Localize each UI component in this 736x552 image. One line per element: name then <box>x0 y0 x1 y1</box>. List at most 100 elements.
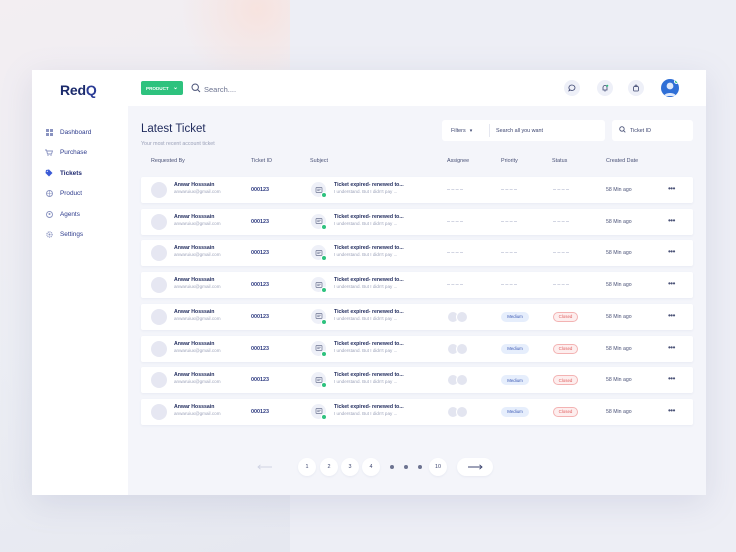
ticket-id[interactable]: 000123 <box>251 377 269 383</box>
requester-email: anwaruiux@gmail.com <box>174 347 221 353</box>
column-header-subject[interactable]: Subject <box>310 158 328 164</box>
ticket-icon <box>311 340 327 357</box>
page-button-2[interactable]: 2 <box>320 458 338 476</box>
ticket-id[interactable]: 000123 <box>251 314 269 320</box>
assignee-avatars[interactable] <box>447 405 471 418</box>
requester-avatar <box>151 308 167 325</box>
priority-badge: Medium <box>501 406 529 417</box>
ticket-id[interactable]: 000123 <box>251 409 269 415</box>
sidebar-item-label: Purchase <box>60 149 87 157</box>
table-row[interactable]: Anwar Hosssain anwaruiux@gmail.com 000123 T… <box>141 367 693 394</box>
page-subtitle: Your most recent account ticket <box>141 141 215 147</box>
ticket-subject[interactable]: Ticket expired- renewed to... <box>334 182 404 188</box>
notification-icon[interactable] <box>597 80 613 96</box>
ticket-icon <box>311 277 327 294</box>
requester-name: Anwar Hosssain <box>174 372 215 379</box>
check-badge-icon <box>321 413 327 420</box>
requester-avatar <box>151 277 167 294</box>
column-header-status[interactable]: Status <box>552 158 567 164</box>
status-badge: Closed <box>553 343 578 354</box>
requester-email: anwaruiux@gmail.com <box>174 284 221 290</box>
search-icon <box>619 126 626 135</box>
column-header-requested-by[interactable]: Requested By <box>151 158 185 164</box>
more-options-icon[interactable]: ••• <box>668 375 675 383</box>
ticket-icon <box>311 403 327 420</box>
requester-email: anwaruiux@gmail.com <box>174 379 221 385</box>
ticket-id[interactable]: 000123 <box>251 346 269 352</box>
search-all-input[interactable]: Search all you want <box>490 128 543 134</box>
sidebar-item-agents[interactable]: Agents <box>44 204 91 225</box>
table-row[interactable]: Anwar Hosssain anwaruiux@gmail.com 000123 T… <box>141 272 693 299</box>
requester-avatar <box>151 340 167 357</box>
ticket-id[interactable]: 000123 <box>251 250 269 256</box>
table-row[interactable]: Anwar Hosssain anwaruiux@gmail.com 000123 T… <box>141 240 693 267</box>
ticket-subject[interactable]: Ticket expired- renewed to... <box>334 372 404 378</box>
ticket-icon <box>311 308 327 325</box>
ticket-subject[interactable]: Ticket expired- renewed to... <box>334 341 404 347</box>
ticket-id[interactable]: 000123 <box>251 282 269 288</box>
requester-avatar <box>151 245 167 262</box>
column-header-created-date[interactable]: Created Date <box>606 158 638 164</box>
more-options-icon[interactable]: ••• <box>668 406 675 415</box>
column-header-ticket-id[interactable]: Ticket ID <box>251 158 272 164</box>
more-options-icon[interactable]: ••• <box>668 185 675 193</box>
ellipsis-dot <box>418 465 422 469</box>
search-input[interactable] <box>204 84 324 94</box>
sidebar-item-tickets[interactable]: Tickets <box>44 163 91 184</box>
page-button-1[interactable]: 1 <box>298 458 316 476</box>
ticket-subject[interactable]: Ticket expired- renewed to... <box>334 277 404 283</box>
table-row[interactable]: Anwar Hosssain anwaruiux@gmail.com 000123 T… <box>141 398 693 425</box>
filter-search-box: Filters ▾ Search all you want <box>442 120 605 141</box>
page-button-4[interactable]: 4 <box>362 458 380 476</box>
ticket-subject[interactable]: Ticket expired- renewed to... <box>334 404 404 410</box>
ticket-subject[interactable]: Ticket expired- renewed to... <box>334 214 404 220</box>
column-header-assignee[interactable]: Assignee <box>447 158 469 164</box>
ellipsis-dot <box>390 465 394 469</box>
assignee-avatars[interactable] <box>447 310 471 323</box>
app-window: RedQ Dashboard Purchase Tickets Product … <box>32 70 706 495</box>
priority-empty-dash <box>501 220 517 222</box>
more-options-icon[interactable]: ••• <box>668 280 675 288</box>
user-avatar[interactable] <box>661 79 679 97</box>
page-button-3[interactable]: 3 <box>341 458 359 476</box>
column-header-priority[interactable]: Priority <box>501 158 518 164</box>
requester-email: anwaruiux@gmail.com <box>174 410 221 416</box>
prev-page-arrow-icon[interactable] <box>256 458 274 476</box>
ticket-subject[interactable]: Ticket expired- renewed to... <box>334 245 404 251</box>
sidebar-item-settings[interactable]: Settings <box>44 225 91 246</box>
ticket-id[interactable]: 000123 <box>251 187 269 193</box>
created-date: 58 Min ago <box>606 282 632 289</box>
requester-avatar <box>151 403 167 420</box>
ticket-subject-detail: I understand. But I didn't pay ... <box>334 347 398 353</box>
sidebar-item-label: Tickets <box>60 169 82 177</box>
ticket-id[interactable]: 000123 <box>251 219 269 225</box>
page-button-10[interactable]: 10 <box>429 458 447 476</box>
requester-name: Anwar Hosssain <box>174 308 215 315</box>
assignee-avatars[interactable] <box>447 342 471 355</box>
sidebar-item-purchase[interactable]: Purchase <box>44 143 91 164</box>
filters-dropdown[interactable]: Filters ▾ <box>442 128 489 134</box>
assignee-avatar <box>456 374 468 387</box>
bag-icon[interactable] <box>628 80 644 96</box>
more-options-icon[interactable]: ••• <box>668 216 675 225</box>
sidebar-item-label: Product <box>60 190 83 198</box>
main-content: Latest Ticket Your most recent account t… <box>128 106 706 495</box>
ticket-subject[interactable]: Ticket expired- renewed to... <box>334 309 404 315</box>
table-row[interactable]: Anwar Hosssain anwaruiux@gmail.com 000123 T… <box>141 177 693 203</box>
product-dropdown-button[interactable]: PRODUCT ⌄ <box>141 81 183 95</box>
assignee-avatars[interactable] <box>447 374 471 387</box>
sidebar-item-dashboard[interactable]: Dashboard <box>44 122 91 143</box>
check-badge-icon <box>321 223 327 230</box>
table-row[interactable]: Anwar Hosssain anwaruiux@gmail.com 000123 T… <box>141 335 693 362</box>
more-options-icon[interactable]: ••• <box>668 248 675 256</box>
sidebar-item-product[interactable]: Product <box>44 184 91 205</box>
more-options-icon[interactable]: ••• <box>668 343 675 352</box>
table-row[interactable]: Anwar Hosssain anwaruiux@gmail.com 000123 T… <box>141 303 693 330</box>
chat-icon[interactable] <box>564 80 580 96</box>
table-row[interactable]: Anwar Hosssain anwaruiux@gmail.com 000123 T… <box>141 208 693 235</box>
status-empty-dash <box>553 284 569 286</box>
next-page-button[interactable] <box>457 458 493 476</box>
ticket-subject-detail: I understand. But I didn't pay ... <box>334 220 398 226</box>
more-options-icon[interactable]: ••• <box>668 311 675 320</box>
ticket-id-search[interactable]: Ticket ID <box>612 120 693 141</box>
